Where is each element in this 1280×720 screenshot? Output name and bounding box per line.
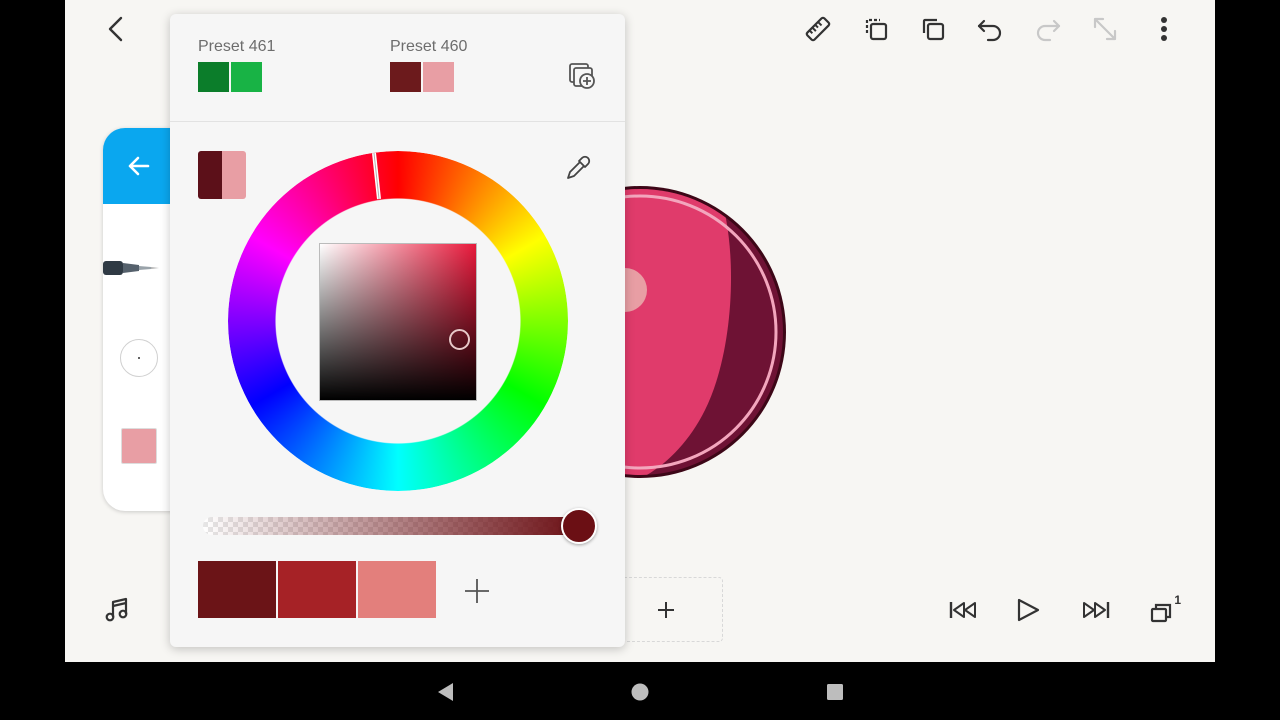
skip-back-icon <box>949 602 976 618</box>
nav-home-icon[interactable] <box>630 682 650 702</box>
opacity-gradient <box>203 517 581 535</box>
undo-icon <box>977 19 1002 42</box>
preset-color-swatch <box>423 62 454 92</box>
preset-area: Preset 461 Preset 460 <box>170 14 625 122</box>
plus-icon <box>465 579 489 603</box>
expand-icon <box>1093 17 1117 41</box>
brush-color-swatch[interactable] <box>121 428 157 464</box>
ruler-button[interactable] <box>801 12 835 46</box>
preset-460[interactable]: Preset 460 <box>390 38 510 98</box>
redo-icon <box>1036 19 1061 42</box>
back-icon <box>108 16 123 42</box>
more-icon <box>1161 17 1167 41</box>
brush-size-indicator[interactable] <box>120 339 158 377</box>
play-icon <box>1017 598 1040 622</box>
preset-label: Preset 460 <box>390 38 468 55</box>
skip-back-button[interactable] <box>945 593 981 627</box>
back-button[interactable] <box>99 12 133 46</box>
nav-recents-icon[interactable] <box>825 682 845 702</box>
music-button[interactable] <box>100 593 134 627</box>
preset-label: Preset 461 <box>198 38 276 55</box>
primary-color <box>198 151 222 199</box>
add-frame-icon <box>658 602 674 618</box>
copy-icon <box>865 18 888 41</box>
eyedropper-icon <box>567 155 591 179</box>
expand-button[interactable] <box>1088 12 1122 46</box>
layers-count-badge: 1 <box>1174 593 1181 607</box>
secondary-color <box>222 151 246 199</box>
current-color-pair[interactable] <box>198 151 246 199</box>
arrow-left-icon <box>128 156 150 176</box>
music-icon <box>105 597 128 622</box>
layers-button[interactable]: 1 <box>1145 593 1183 627</box>
add-preset-icon <box>569 63 595 89</box>
app-screen: 1 Preset 461 Preset 460 <box>0 0 1280 720</box>
preset-461[interactable]: Preset 461 <box>198 38 318 98</box>
opacity-slider-track[interactable] <box>203 517 581 535</box>
add-color-button[interactable] <box>460 574 494 608</box>
hue-selector-marker[interactable] <box>368 151 388 203</box>
recent-color-swatch[interactable] <box>278 561 356 618</box>
preset-color-swatch <box>231 62 262 92</box>
eyedropper-button[interactable] <box>560 150 596 186</box>
duplicate-button[interactable] <box>916 12 950 46</box>
skip-forward-icon <box>1083 602 1110 618</box>
preset-color-swatch <box>390 62 421 92</box>
add-preset-button[interactable] <box>564 58 600 94</box>
add-frame-button[interactable] <box>651 595 681 625</box>
skip-forward-button[interactable] <box>1078 593 1114 627</box>
more-button[interactable] <box>1147 12 1181 46</box>
ruler-icon <box>805 16 831 42</box>
opacity-slider-knob[interactable] <box>561 508 597 544</box>
color-picker-popup: Preset 461 Preset 460 <box>170 14 625 647</box>
copy-button[interactable] <box>859 12 893 46</box>
play-button[interactable] <box>1011 593 1045 627</box>
duplicate-icon <box>922 18 945 41</box>
nav-back-icon[interactable] <box>436 682 456 702</box>
undo-button[interactable] <box>973 12 1007 46</box>
recent-color-swatch[interactable] <box>358 561 436 618</box>
recent-color-swatch[interactable] <box>198 561 276 618</box>
saturation-brightness-square[interactable] <box>319 243 477 401</box>
preset-color-swatch <box>198 62 229 92</box>
redo-button[interactable] <box>1031 12 1065 46</box>
pen-tool-icon[interactable] <box>103 255 163 281</box>
brush-size-dot <box>138 357 140 359</box>
system-navigation-bar <box>0 662 1280 720</box>
color-selector-ring[interactable] <box>449 329 470 350</box>
